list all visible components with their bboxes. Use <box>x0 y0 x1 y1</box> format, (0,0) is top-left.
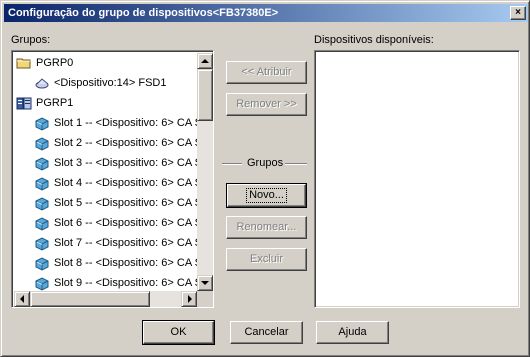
tree-item-label: Slot 7 -- <Dispositivo: 6> CA S <box>54 237 202 249</box>
folder-icon <box>16 55 32 71</box>
tree-item[interactable]: Slot 7 -- <Dispositivo: 6> CA S <box>34 234 213 252</box>
tree-item-label: PGRP1 <box>36 97 74 109</box>
tree-item[interactable]: Slot 6 -- <Dispositivo: 6> CA S <box>34 214 213 232</box>
tree-item-label: PGRP0 <box>36 57 74 69</box>
groups-divider-right <box>285 163 307 165</box>
slot-module-icon <box>34 235 50 251</box>
scroll-up-button[interactable] <box>197 53 213 69</box>
slot-module-icon <box>34 135 50 151</box>
tree-item[interactable]: Slot 4 -- <Dispositivo: 6> CA S <box>34 174 213 192</box>
slot-module-icon <box>34 155 50 171</box>
tree-item[interactable]: Slot 8 -- <Dispositivo: 6> CA S <box>34 254 213 272</box>
help-button[interactable]: Ajuda <box>316 321 389 344</box>
hscroll-thumb[interactable] <box>30 291 150 307</box>
groups-heading: Grupos <box>247 157 284 169</box>
tree-item[interactable]: PGRP1 <box>16 94 213 112</box>
tree-item-label: <Dispositivo:14> FSD1 <box>54 77 167 89</box>
tree-item[interactable]: Slot 9 -- <Dispositivo: 6> CA S <box>34 274 213 292</box>
tree-item-label: Slot 8 -- <Dispositivo: 6> CA S <box>54 257 202 269</box>
new-group-button[interactable]: Novo... <box>226 183 307 208</box>
close-icon: × <box>515 7 521 18</box>
slot-module-icon <box>34 195 50 211</box>
tree-item-label: Slot 1 -- <Dispositivo: 6> CA S <box>54 117 202 129</box>
arrow-left-icon <box>20 295 24 303</box>
available-devices-list[interactable] <box>314 50 520 308</box>
slot-module-icon <box>34 215 50 231</box>
tree-item-label: Slot 2 -- <Dispositivo: 6> CA S <box>54 137 202 149</box>
slot-module-icon <box>34 175 50 191</box>
slot-module-icon <box>34 115 50 131</box>
window-title: Configuração do grupo de dispositivos<FB… <box>8 7 279 19</box>
tree-item[interactable]: <Dispositivo:14> FSD1 <box>34 74 213 92</box>
arrow-up-icon <box>201 59 209 63</box>
tree-item[interactable]: Slot 1 -- <Dispositivo: 6> CA S <box>34 114 213 132</box>
ok-button[interactable]: OK <box>142 320 215 345</box>
scroll-down-button[interactable] <box>197 275 213 291</box>
tree-item[interactable]: Slot 2 -- <Dispositivo: 6> CA S <box>34 134 213 152</box>
groups-divider-left <box>222 163 242 165</box>
tree-item-label: Slot 9 -- <Dispositivo: 6> CA S <box>54 277 202 289</box>
arrow-down-icon <box>201 281 209 285</box>
tree-item-label: Slot 4 -- <Dispositivo: 6> CA S <box>54 177 202 189</box>
horizontal-scrollbar[interactable] <box>14 291 197 307</box>
scroll-left-button[interactable] <box>14 291 30 307</box>
assign-button[interactable]: << Atribuir <box>226 61 307 84</box>
tree-item[interactable]: Slot 3 -- <Dispositivo: 6> CA S <box>34 154 213 172</box>
tree-item-label: Slot 3 -- <Dispositivo: 6> CA S <box>54 157 202 169</box>
scroll-corner <box>197 291 213 307</box>
slot-module-icon <box>34 255 50 271</box>
tree-item[interactable]: Slot 5 -- <Dispositivo: 6> CA S <box>34 194 213 212</box>
title-bar[interactable]: Configuração do grupo de dispositivos<FB… <box>4 4 528 22</box>
available-devices-label: Dispositivos disponíveis: <box>314 34 434 46</box>
scroll-thumb[interactable] <box>197 69 213 121</box>
groups-label: Grupos: <box>11 34 51 46</box>
groups-tree[interactable]: PGRP0 <Dispositivo:14> FSD1 PGRP1 Slot 1 --… <box>11 50 214 308</box>
group-station-icon <box>16 95 32 111</box>
tree-item-label: Slot 6 -- <Dispositivo: 6> CA S <box>54 217 202 229</box>
dialog-window: Configuração do grupo de dispositivos<FB… <box>0 0 530 357</box>
close-button[interactable]: × <box>510 6 526 20</box>
new-group-label: Novo... <box>246 188 287 203</box>
remove-button[interactable]: Remover >> <box>226 93 307 116</box>
delete-button[interactable]: Excluir <box>226 248 307 271</box>
tree-item-label: Slot 5 -- <Dispositivo: 6> CA S <box>54 197 202 209</box>
vertical-scrollbar[interactable] <box>197 53 213 291</box>
arrow-right-icon <box>188 295 192 303</box>
scroll-right-button[interactable] <box>181 291 197 307</box>
cancel-button[interactable]: Cancelar <box>230 321 303 344</box>
rename-button[interactable]: Renomear... <box>226 216 307 239</box>
tree-item[interactable]: PGRP0 <box>16 54 213 72</box>
device-icon <box>34 75 50 91</box>
slot-module-icon <box>34 275 50 291</box>
